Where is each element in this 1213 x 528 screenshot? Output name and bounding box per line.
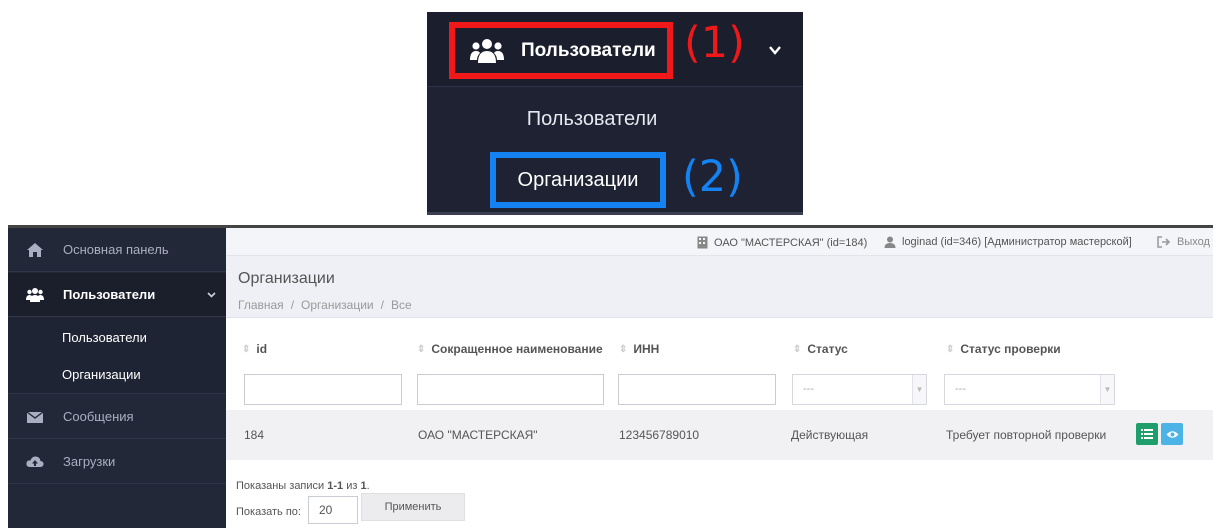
logout-link[interactable]: Выход bbox=[1157, 236, 1210, 248]
filter-inn-input[interactable] bbox=[618, 374, 776, 405]
breadcrumb: Главная / Организации / Все bbox=[238, 298, 412, 312]
filter-status-value: --- bbox=[803, 383, 814, 395]
sort-icon: ⇕ bbox=[946, 343, 955, 355]
sidebar: Основная панель Пользователи Пользовател… bbox=[8, 228, 226, 528]
sidebar-item-label: Сообщения bbox=[63, 409, 134, 424]
dropdown-caret-icon: ▼ bbox=[1100, 375, 1114, 404]
page-header: Организации Главная / Организации / Все bbox=[226, 256, 1213, 318]
list-icon bbox=[1141, 429, 1153, 439]
app-window: Основная панель Пользователи Пользовател… bbox=[8, 225, 1213, 528]
view-button[interactable] bbox=[1161, 423, 1183, 445]
filter-check-status-value: --- bbox=[955, 383, 966, 395]
callout-users-menu-item[interactable]: Пользователи bbox=[449, 22, 673, 79]
table-row: 184 ОАО "МАСТЕРСКАЯ" 123456789010 Действ… bbox=[226, 410, 1213, 460]
summary-suffix: . bbox=[366, 480, 370, 492]
per-page-label: Показать по: bbox=[236, 506, 301, 518]
sort-icon: ⇕ bbox=[619, 343, 628, 355]
sidebar-item-label: Пользователи bbox=[63, 287, 156, 302]
current-user[interactable]: loginad (id=346) [Администратор мастерск… bbox=[884, 236, 1132, 248]
breadcrumb-current: Все bbox=[390, 298, 412, 312]
column-header-label: ИНН bbox=[633, 342, 660, 356]
sign-out-icon bbox=[1157, 236, 1171, 248]
callout-users-menu-label: Пользователи bbox=[521, 39, 656, 61]
dropdown-caret-icon: ▼ bbox=[912, 375, 926, 404]
envelope-icon bbox=[26, 410, 44, 423]
users-icon bbox=[470, 38, 504, 63]
cell-short-name: ОАО "МАСТЕРСКАЯ" bbox=[418, 428, 538, 442]
filter-name-input[interactable] bbox=[417, 374, 604, 405]
page-title: Организации bbox=[238, 270, 335, 287]
details-button[interactable] bbox=[1136, 423, 1158, 445]
current-organization[interactable]: ОАО "МАСТЕРСКАЯ" (id=184) bbox=[697, 236, 867, 249]
column-header-label: id bbox=[256, 342, 268, 356]
logout-label: Выход bbox=[1177, 236, 1210, 248]
callout-menu-header: Пользователи (1) bbox=[427, 12, 803, 87]
sort-icon: ⇕ bbox=[242, 343, 251, 355]
sidebar-item-label: Основная панель bbox=[63, 242, 169, 257]
column-header-label: Сокращенное наименование bbox=[431, 342, 603, 356]
sort-icon: ⇕ bbox=[793, 343, 802, 355]
column-header-status[interactable]: ⇕ Статус bbox=[793, 342, 848, 356]
user-label: loginad (id=346) [Администратор мастерск… bbox=[902, 236, 1132, 248]
cell-check-status: Требует повторной проверки bbox=[946, 428, 1107, 442]
per-page-input[interactable]: 20 bbox=[308, 496, 358, 524]
summary-prefix: Показаны записи bbox=[236, 480, 328, 492]
callout-divider bbox=[427, 212, 803, 215]
sidebar-item-dashboard[interactable]: Основная панель bbox=[8, 228, 226, 272]
top-bar: ОАО "МАСТЕРСКАЯ" (id=184) loginad (id=34… bbox=[226, 228, 1213, 256]
users-icon bbox=[26, 287, 44, 302]
apply-button[interactable]: Применить bbox=[361, 493, 465, 521]
main-content: ОАО "МАСТЕРСКАЯ" (id=184) loginad (id=34… bbox=[226, 228, 1213, 528]
zoomed-menu-callout: Пользователи (1) Пользователи Организаци… bbox=[427, 12, 803, 215]
column-header-label: Статус bbox=[807, 342, 848, 356]
records-summary: Показаны записи 1-1 из 1. bbox=[236, 480, 370, 492]
column-header-short-name[interactable]: ⇕ Сокращенное наименование bbox=[417, 342, 603, 356]
step-marker-2: (2) bbox=[682, 152, 743, 202]
column-header-inn[interactable]: ⇕ ИНН bbox=[619, 342, 659, 356]
home-icon bbox=[27, 242, 43, 257]
breadcrumb-organizations[interactable]: Организации bbox=[301, 298, 374, 312]
sidebar-subitem-organizations[interactable]: Организации bbox=[8, 356, 226, 394]
summary-range: 1-1 bbox=[327, 480, 344, 492]
sidebar-item-users[interactable]: Пользователи bbox=[8, 273, 226, 317]
summary-mid: из bbox=[343, 480, 361, 492]
chevron-down-icon[interactable] bbox=[767, 42, 783, 58]
filter-status-select[interactable]: --- ▼ bbox=[792, 374, 927, 405]
cloud-upload-icon bbox=[26, 455, 44, 467]
building-icon bbox=[697, 236, 708, 249]
sidebar-subitem-users[interactable]: Пользователи bbox=[8, 318, 226, 356]
column-header-check-status[interactable]: ⇕ Статус проверки bbox=[946, 342, 1061, 356]
sidebar-item-uploads[interactable]: Загрузки bbox=[8, 440, 226, 484]
cell-inn: 123456789010 bbox=[619, 428, 700, 442]
breadcrumb-home[interactable]: Главная bbox=[238, 298, 284, 312]
organization-label: ОАО "МАСТЕРСКАЯ" (id=184) bbox=[714, 236, 868, 249]
callout-submenu-users[interactable]: Пользователи bbox=[427, 108, 757, 131]
filter-id-input[interactable] bbox=[244, 374, 402, 405]
chevron-down-icon[interactable] bbox=[206, 289, 217, 300]
step-marker-1: (1) bbox=[684, 18, 745, 68]
column-header-label: Статус проверки bbox=[960, 342, 1061, 356]
filter-check-status-select[interactable]: --- ▼ bbox=[944, 374, 1115, 405]
column-header-id[interactable]: ⇕ id bbox=[242, 342, 267, 356]
sidebar-item-label: Загрузки bbox=[63, 454, 116, 469]
user-icon bbox=[884, 236, 896, 248]
callout-submenu-organizations[interactable]: Организации bbox=[490, 152, 666, 208]
breadcrumb-separator: / bbox=[290, 298, 295, 312]
breadcrumb-separator: / bbox=[380, 298, 384, 312]
cell-id: 184 bbox=[244, 428, 265, 442]
cell-status: Действующая bbox=[791, 428, 869, 442]
sort-icon: ⇕ bbox=[417, 343, 426, 355]
sidebar-item-messages[interactable]: Сообщения bbox=[8, 395, 226, 439]
eye-icon bbox=[1166, 430, 1178, 438]
